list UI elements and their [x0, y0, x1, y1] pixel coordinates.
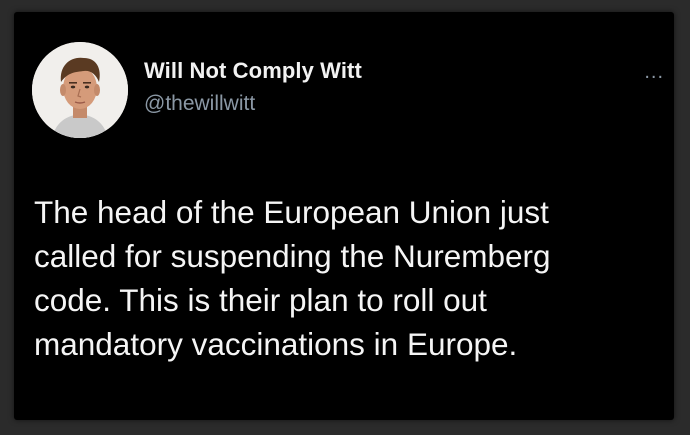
profile-photo-icon	[32, 42, 128, 138]
tweet-line: called for suspending the Nuremberg	[34, 238, 551, 274]
display-name[interactable]: Will Not Comply Witt	[144, 58, 362, 84]
tweet-line: code. This is their plan to roll out	[34, 282, 487, 318]
tweet-line: The head of the European Union just	[34, 194, 549, 230]
tweet-text: The head of the European Union just call…	[34, 190, 664, 366]
tweet-card: Will Not Comply Witt @thewillwitt ... Th…	[14, 12, 674, 420]
tweet-line: mandatory vaccinations in Europe.	[34, 326, 518, 362]
more-options-icon[interactable]: ...	[644, 62, 664, 82]
avatar[interactable]	[32, 42, 128, 138]
screenshot-frame: Will Not Comply Witt @thewillwitt ... Th…	[0, 0, 690, 435]
user-handle[interactable]: @thewillwitt	[144, 92, 255, 116]
